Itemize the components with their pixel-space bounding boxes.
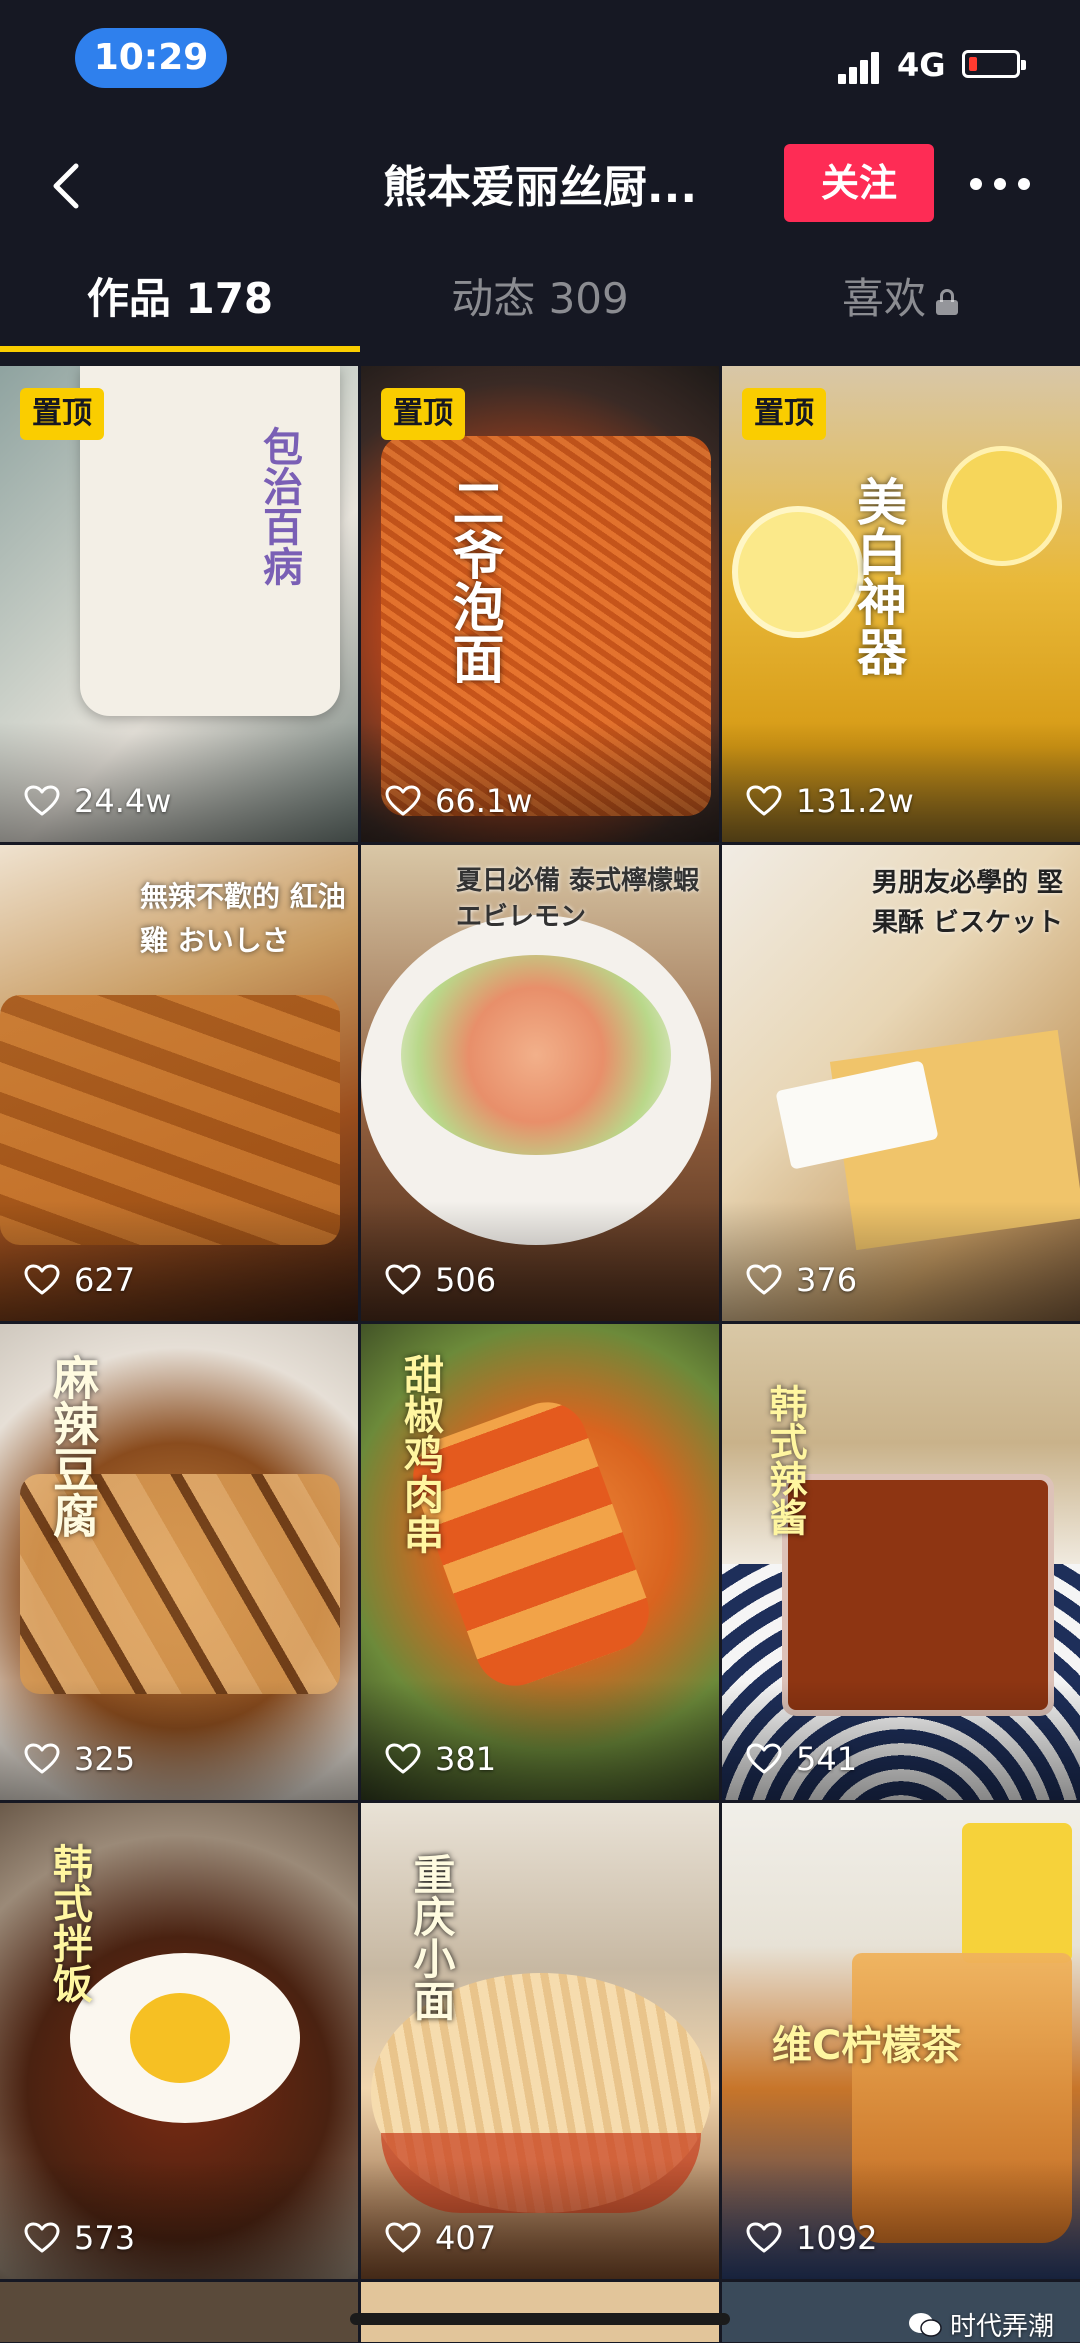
like-count: 1092: [746, 2219, 877, 2257]
wechat-icon: [908, 2312, 942, 2337]
back-button[interactable]: [40, 156, 100, 216]
pinned-badge: 置顶: [742, 388, 826, 440]
video-tile[interactable]: 夏日必備 泰式檸檬蝦 エビレモン 506: [361, 845, 719, 1321]
like-count: 506: [385, 1261, 496, 1299]
video-caption: 包治百病: [256, 426, 302, 586]
video-caption: 甜椒鸡肉串: [397, 1354, 443, 1554]
like-count: 66.1w: [385, 782, 532, 820]
video-tile[interactable]: 维C柠檬茶 1092: [722, 1803, 1080, 2279]
video-tile[interactable]: 重庆小面 407: [361, 1803, 719, 2279]
video-caption: 夏日必備 泰式檸檬蝦 エビレモン: [456, 866, 700, 932]
status-time: 10:29: [75, 28, 227, 88]
tab-activity[interactable]: 动态 309: [360, 250, 720, 350]
video-caption: 韩式辣酱: [763, 1384, 807, 1536]
tab-underline: [0, 346, 360, 352]
like-count: 325: [24, 1740, 135, 1778]
like-count: 573: [24, 2219, 135, 2257]
nav-bar: 熊本爱丽丝厨... 关注: [0, 120, 1080, 250]
heart-icon: [746, 785, 782, 816]
like-count: 376: [746, 1261, 857, 1299]
network-label: 4G: [897, 46, 946, 84]
video-tile[interactable]: 置顶 美白神器 131.2w: [722, 366, 1080, 842]
follow-button[interactable]: 关注: [784, 144, 934, 222]
heart-icon: [385, 2222, 421, 2253]
like-count: 627: [24, 1261, 135, 1299]
like-count: 131.2w: [746, 782, 914, 820]
video-tile[interactable]: 置顶 二爷泡面 66.1w: [361, 366, 719, 842]
heart-icon: [746, 2222, 782, 2253]
chevron-left-icon: [53, 163, 79, 209]
video-tile[interactable]: 無辣不歡的 紅油雞 おいしさ 627: [0, 845, 358, 1321]
video-caption: 维C柠檬茶: [772, 2023, 962, 2069]
watermark: 时代弄潮: [908, 2306, 1054, 2343]
heart-icon: [24, 2222, 60, 2253]
pinned-badge: 置顶: [381, 388, 465, 440]
video-caption: 重庆小面: [407, 1853, 456, 2021]
page-title: 熊本爱丽丝厨...: [382, 162, 698, 213]
signal-icon: [838, 50, 888, 84]
video-tile[interactable]: 韩式辣酱 541: [722, 1324, 1080, 1800]
video-caption: 麻辣豆腐: [46, 1354, 100, 1538]
video-caption: 男朋友必學的 堅果酥 ビスケット: [872, 868, 1064, 938]
lock-icon: [936, 288, 958, 315]
like-count: 381: [385, 1740, 496, 1778]
video-tile[interactable]: [361, 2282, 719, 2342]
heart-icon: [746, 1264, 782, 1295]
video-tile[interactable]: 韩式拌饭 573: [0, 1803, 358, 2279]
heart-icon: [24, 1743, 60, 1774]
more-icon[interactable]: [960, 162, 1040, 202]
status-bar: 10:29 4G: [0, 0, 1080, 120]
like-count: 407: [385, 2219, 496, 2257]
heart-icon: [385, 785, 421, 816]
profile-tabs: 作品 178 动态 309 喜欢: [0, 250, 1080, 354]
video-caption: 二爷泡面: [443, 476, 503, 684]
video-tile[interactable]: 甜椒鸡肉串 381: [361, 1324, 719, 1800]
tab-likes[interactable]: 喜欢: [720, 250, 1080, 350]
heart-icon: [385, 1264, 421, 1295]
heart-icon: [24, 785, 60, 816]
like-count: 24.4w: [24, 782, 171, 820]
video-caption: 無辣不歡的 紅油雞 おいしさ: [140, 880, 346, 957]
pinned-badge: 置顶: [20, 388, 104, 440]
battery-icon: [962, 50, 1026, 78]
heart-icon: [746, 1743, 782, 1774]
video-caption: 韩式拌饭: [46, 1843, 92, 2003]
video-tile[interactable]: [0, 2282, 358, 2342]
video-caption: 美白神器: [849, 476, 907, 676]
video-tile[interactable]: 麻辣豆腐 325: [0, 1324, 358, 1800]
heart-icon: [385, 1743, 421, 1774]
home-indicator: [350, 2313, 730, 2325]
like-count: 541: [746, 1740, 857, 1778]
video-tile[interactable]: 男朋友必學的 堅果酥 ビスケット 376: [722, 845, 1080, 1321]
heart-icon: [24, 1264, 60, 1295]
tab-works[interactable]: 作品 178: [0, 250, 360, 350]
video-tile[interactable]: 置顶 包治百病 24.4w: [0, 366, 358, 842]
